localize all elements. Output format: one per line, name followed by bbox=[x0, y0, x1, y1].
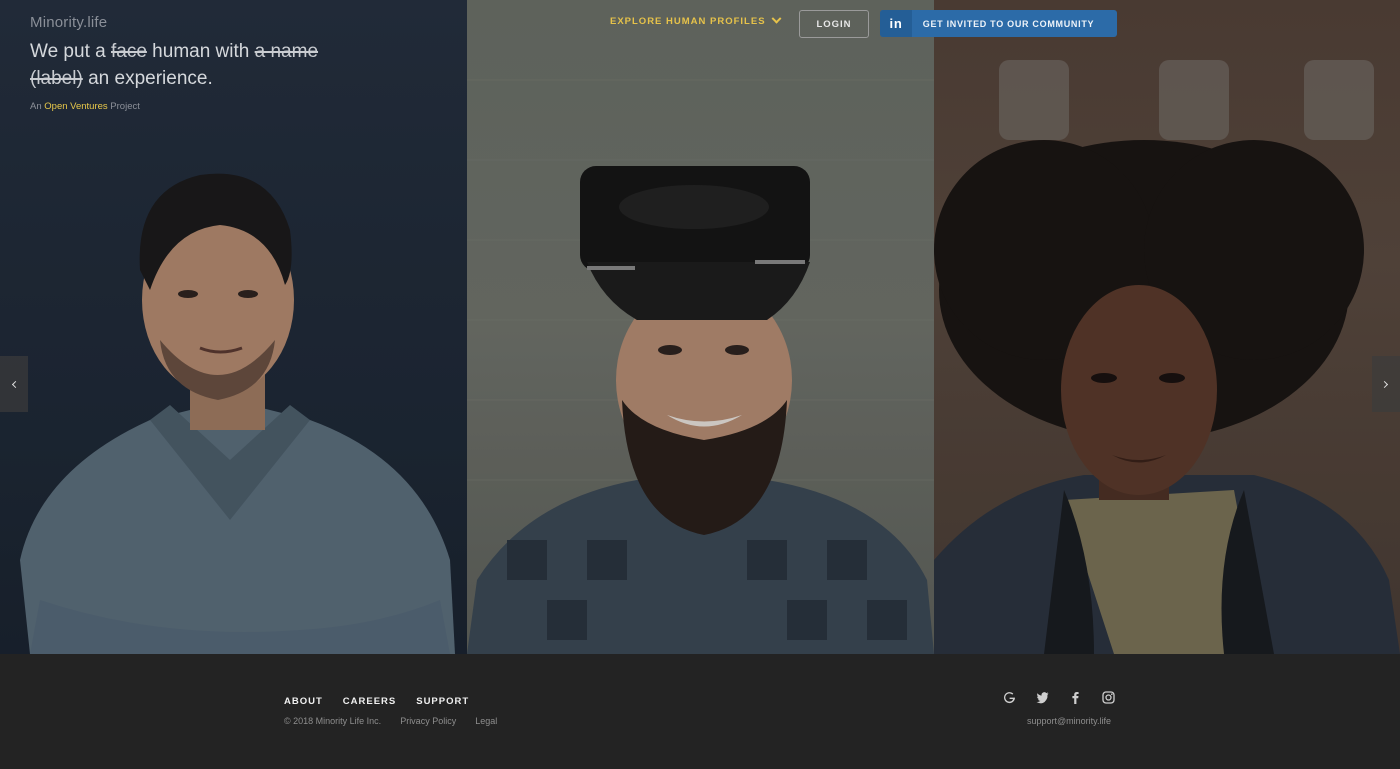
footer-link-careers[interactable]: CAREERS bbox=[343, 696, 396, 707]
linkedin-icon: in bbox=[880, 10, 912, 37]
footer-nav: ABOUT CAREERS SUPPORT bbox=[284, 696, 469, 707]
chevron-right-icon bbox=[1380, 380, 1389, 388]
hero-tagline: We put a face human with a name (label) a… bbox=[30, 41, 319, 89]
legal-link[interactable]: Legal bbox=[475, 716, 497, 726]
ventures-link[interactable]: Ventures bbox=[70, 101, 108, 112]
facebook-icon[interactable] bbox=[1069, 691, 1082, 704]
privacy-policy-link[interactable]: Privacy Policy bbox=[400, 716, 456, 726]
chevron-down-icon bbox=[771, 13, 781, 24]
twitter-icon[interactable] bbox=[1036, 691, 1049, 704]
login-button[interactable]: LOGIN bbox=[799, 10, 869, 38]
struck-word-label: (label) bbox=[30, 68, 83, 89]
google-icon[interactable] bbox=[1003, 691, 1016, 704]
copyright-text: © 2018 Minority Life Inc. bbox=[284, 716, 382, 726]
chevron-left-icon bbox=[11, 380, 20, 388]
portrait-panel-3[interactable] bbox=[934, 0, 1400, 654]
get-invited-label: GET INVITED TO OUR COMMUNITY bbox=[922, 18, 1095, 29]
struck-word-a-name: a name bbox=[254, 41, 319, 62]
portrait-panel-2[interactable] bbox=[467, 0, 934, 654]
social-links bbox=[1003, 691, 1115, 704]
site-logo[interactable]: Minority.life bbox=[30, 14, 107, 31]
explore-profiles-dropdown[interactable]: EXPLORE HUMAN PROFILES bbox=[610, 13, 781, 27]
support-email-link[interactable]: support@minority.life bbox=[1027, 716, 1111, 726]
portrait-panel-1[interactable] bbox=[0, 0, 467, 654]
page: Minority.life We put a face human with a… bbox=[0, 0, 1400, 769]
get-invited-button[interactable]: in GET INVITED TO OUR COMMUNITY bbox=[880, 10, 1117, 37]
open-link[interactable]: Open bbox=[44, 101, 67, 112]
carousel-next-button[interactable] bbox=[1372, 356, 1400, 412]
struck-word-face: face bbox=[110, 41, 147, 62]
footer-link-support[interactable]: SUPPORT bbox=[416, 696, 469, 707]
footer-legal: © 2018 Minority Life Inc. Privacy Policy… bbox=[284, 716, 497, 726]
hero-carousel bbox=[0, 0, 1400, 654]
instagram-icon[interactable] bbox=[1102, 691, 1115, 704]
project-credit: An Open Ventures Project bbox=[30, 101, 140, 112]
carousel-prev-button[interactable] bbox=[0, 356, 28, 412]
explore-label: EXPLORE HUMAN PROFILES bbox=[610, 16, 766, 27]
footer: ABOUT CAREERS SUPPORT © 2018 Minority Li… bbox=[0, 654, 1400, 769]
footer-link-about[interactable]: ABOUT bbox=[284, 696, 323, 707]
